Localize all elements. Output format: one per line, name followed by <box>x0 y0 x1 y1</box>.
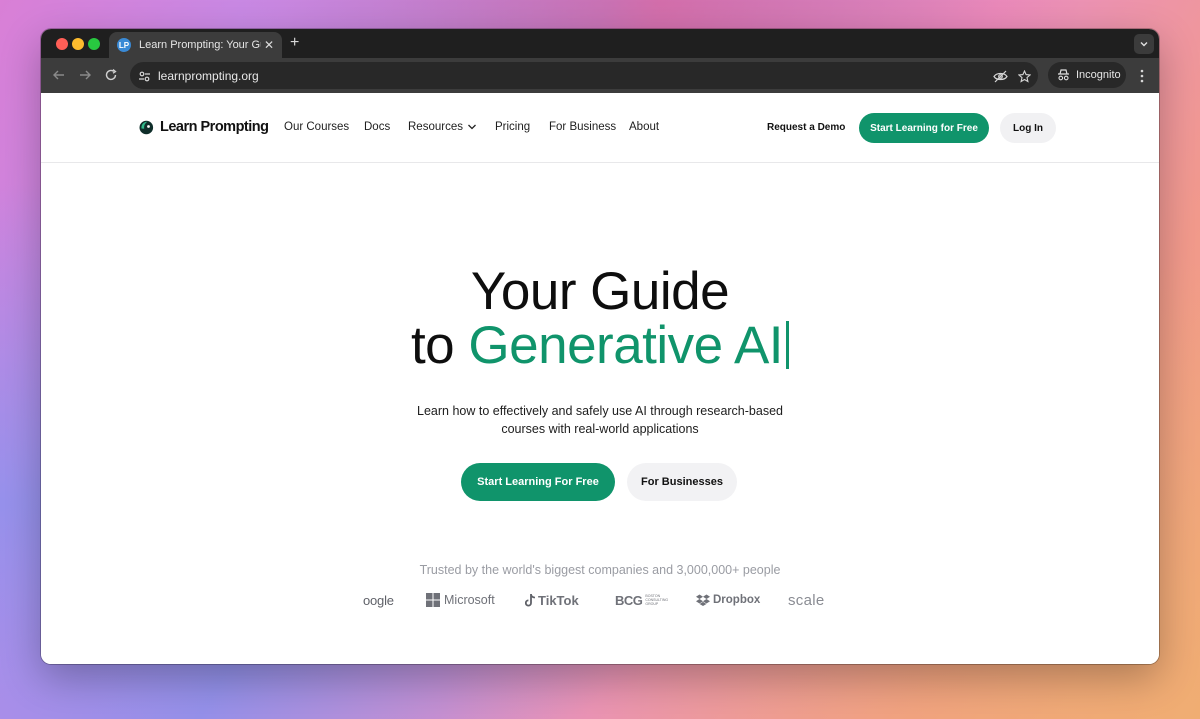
incognito-label: Incognito <box>1076 69 1121 81</box>
browser-toolbar: learnprompting.org Incognito <box>41 58 1159 93</box>
tiktok-logo-text: TikTok <box>538 592 579 608</box>
logo-text: Learn Prompting <box>160 119 269 135</box>
hero-subtitle: Learn how to effectively and safely use … <box>41 402 1159 438</box>
dropbox-logo-text: Dropbox <box>713 594 761 606</box>
login-button[interactable]: Log In <box>1000 113 1056 143</box>
hero-headline: Your Guide to Generative AI <box>41 265 1159 373</box>
url-text: learnprompting.org <box>158 68 259 83</box>
nav-for-business[interactable]: For Business <box>549 121 616 133</box>
bcg-subtext: BOSTON CONSULTING GROUP <box>645 594 669 606</box>
microsoft-squares-icon <box>426 593 440 607</box>
tab-close-icon[interactable]: ✕ <box>264 39 274 51</box>
company-logos: oogle Microsoft TikTok BCG BOSTON CONSUL… <box>41 589 1159 613</box>
nav-pricing[interactable]: Pricing <box>495 121 530 133</box>
dropbox-logo: Dropbox <box>696 589 760 611</box>
tab-strip: LP Learn Prompting: Your Guide ✕ + <box>41 29 1159 58</box>
incognito-icon <box>1058 69 1069 81</box>
chevron-down-icon <box>468 124 476 130</box>
more-vertical-icon <box>1140 69 1144 83</box>
request-demo-link[interactable]: Request a Demo <box>767 122 845 133</box>
tiktok-note-icon <box>525 594 536 607</box>
nav-our-courses[interactable]: Our Courses <box>284 121 349 133</box>
start-learning-header-button[interactable]: Start Learning for Free <box>859 113 989 143</box>
start-learning-hero-button[interactable]: Start Learning For Free <box>461 463 615 501</box>
nav-about[interactable]: About <box>629 121 659 133</box>
reload-button[interactable] <box>103 67 119 83</box>
tiktok-logo: TikTok <box>525 589 579 611</box>
tab-title: Learn Prompting: Your Guide <box>139 39 261 51</box>
google-logo: oogle <box>363 592 394 608</box>
browser-menu-button[interactable] <box>1135 68 1149 84</box>
chevron-down-icon <box>1140 42 1148 47</box>
tab-search-button[interactable] <box>1134 34 1154 54</box>
back-button[interactable] <box>51 67 67 83</box>
for-businesses-button[interactable]: For Businesses <box>627 463 737 501</box>
browser-tab[interactable]: LP Learn Prompting: Your Guide ✕ <box>109 32 282 58</box>
site-settings-icon[interactable] <box>136 68 152 84</box>
nav-resources-label: Resources <box>408 121 463 133</box>
logo-mark-icon <box>139 120 154 135</box>
headline-accent: Generative AI <box>468 316 784 375</box>
address-bar[interactable]: learnprompting.org <box>130 62 1038 89</box>
new-tab-icon[interactable]: + <box>290 34 299 52</box>
bookmark-star-icon[interactable] <box>1016 68 1032 84</box>
headline-line-1: Your Guide <box>470 262 730 321</box>
forward-button[interactable] <box>77 67 93 83</box>
close-window-button[interactable] <box>56 38 68 50</box>
incognito-indicator[interactable]: Incognito <box>1048 62 1126 88</box>
minimize-window-button[interactable] <box>72 38 84 50</box>
browser-window: LP Learn Prompting: Your Guide ✕ + learn… <box>41 29 1159 664</box>
eye-off-icon[interactable] <box>992 68 1008 84</box>
hero-section: Your Guide to Generative AI <box>41 265 1159 373</box>
maximize-window-button[interactable] <box>88 38 100 50</box>
microsoft-logo: Microsoft <box>426 589 495 611</box>
site-header: Learn Prompting Our Courses Docs Resourc… <box>41 93 1159 163</box>
bcg-logo-text: BCG <box>615 592 643 608</box>
typing-caret <box>786 321 790 369</box>
arrow-left-icon <box>53 70 64 80</box>
tab-favicon-icon: LP <box>117 38 131 52</box>
dropbox-icon <box>696 594 710 606</box>
web-page: Learn Prompting Our Courses Docs Resourc… <box>41 93 1159 664</box>
arrow-right-icon <box>80 70 91 80</box>
trusted-by-text: Trusted by the world's biggest companies… <box>419 563 781 577</box>
hero-subtitle-text: Learn how to effectively and safely use … <box>417 404 783 436</box>
bcg-logo: BCG BOSTON CONSULTING GROUP <box>615 589 669 611</box>
site-logo[interactable]: Learn Prompting <box>138 119 269 135</box>
nav-docs[interactable]: Docs <box>364 121 390 133</box>
scale-logo: scale <box>788 591 825 609</box>
headline-line-2-prefix: to <box>410 316 455 375</box>
reload-icon <box>105 69 117 81</box>
microsoft-logo-text: Microsoft <box>444 593 495 607</box>
nav-resources[interactable]: Resources <box>408 121 477 133</box>
